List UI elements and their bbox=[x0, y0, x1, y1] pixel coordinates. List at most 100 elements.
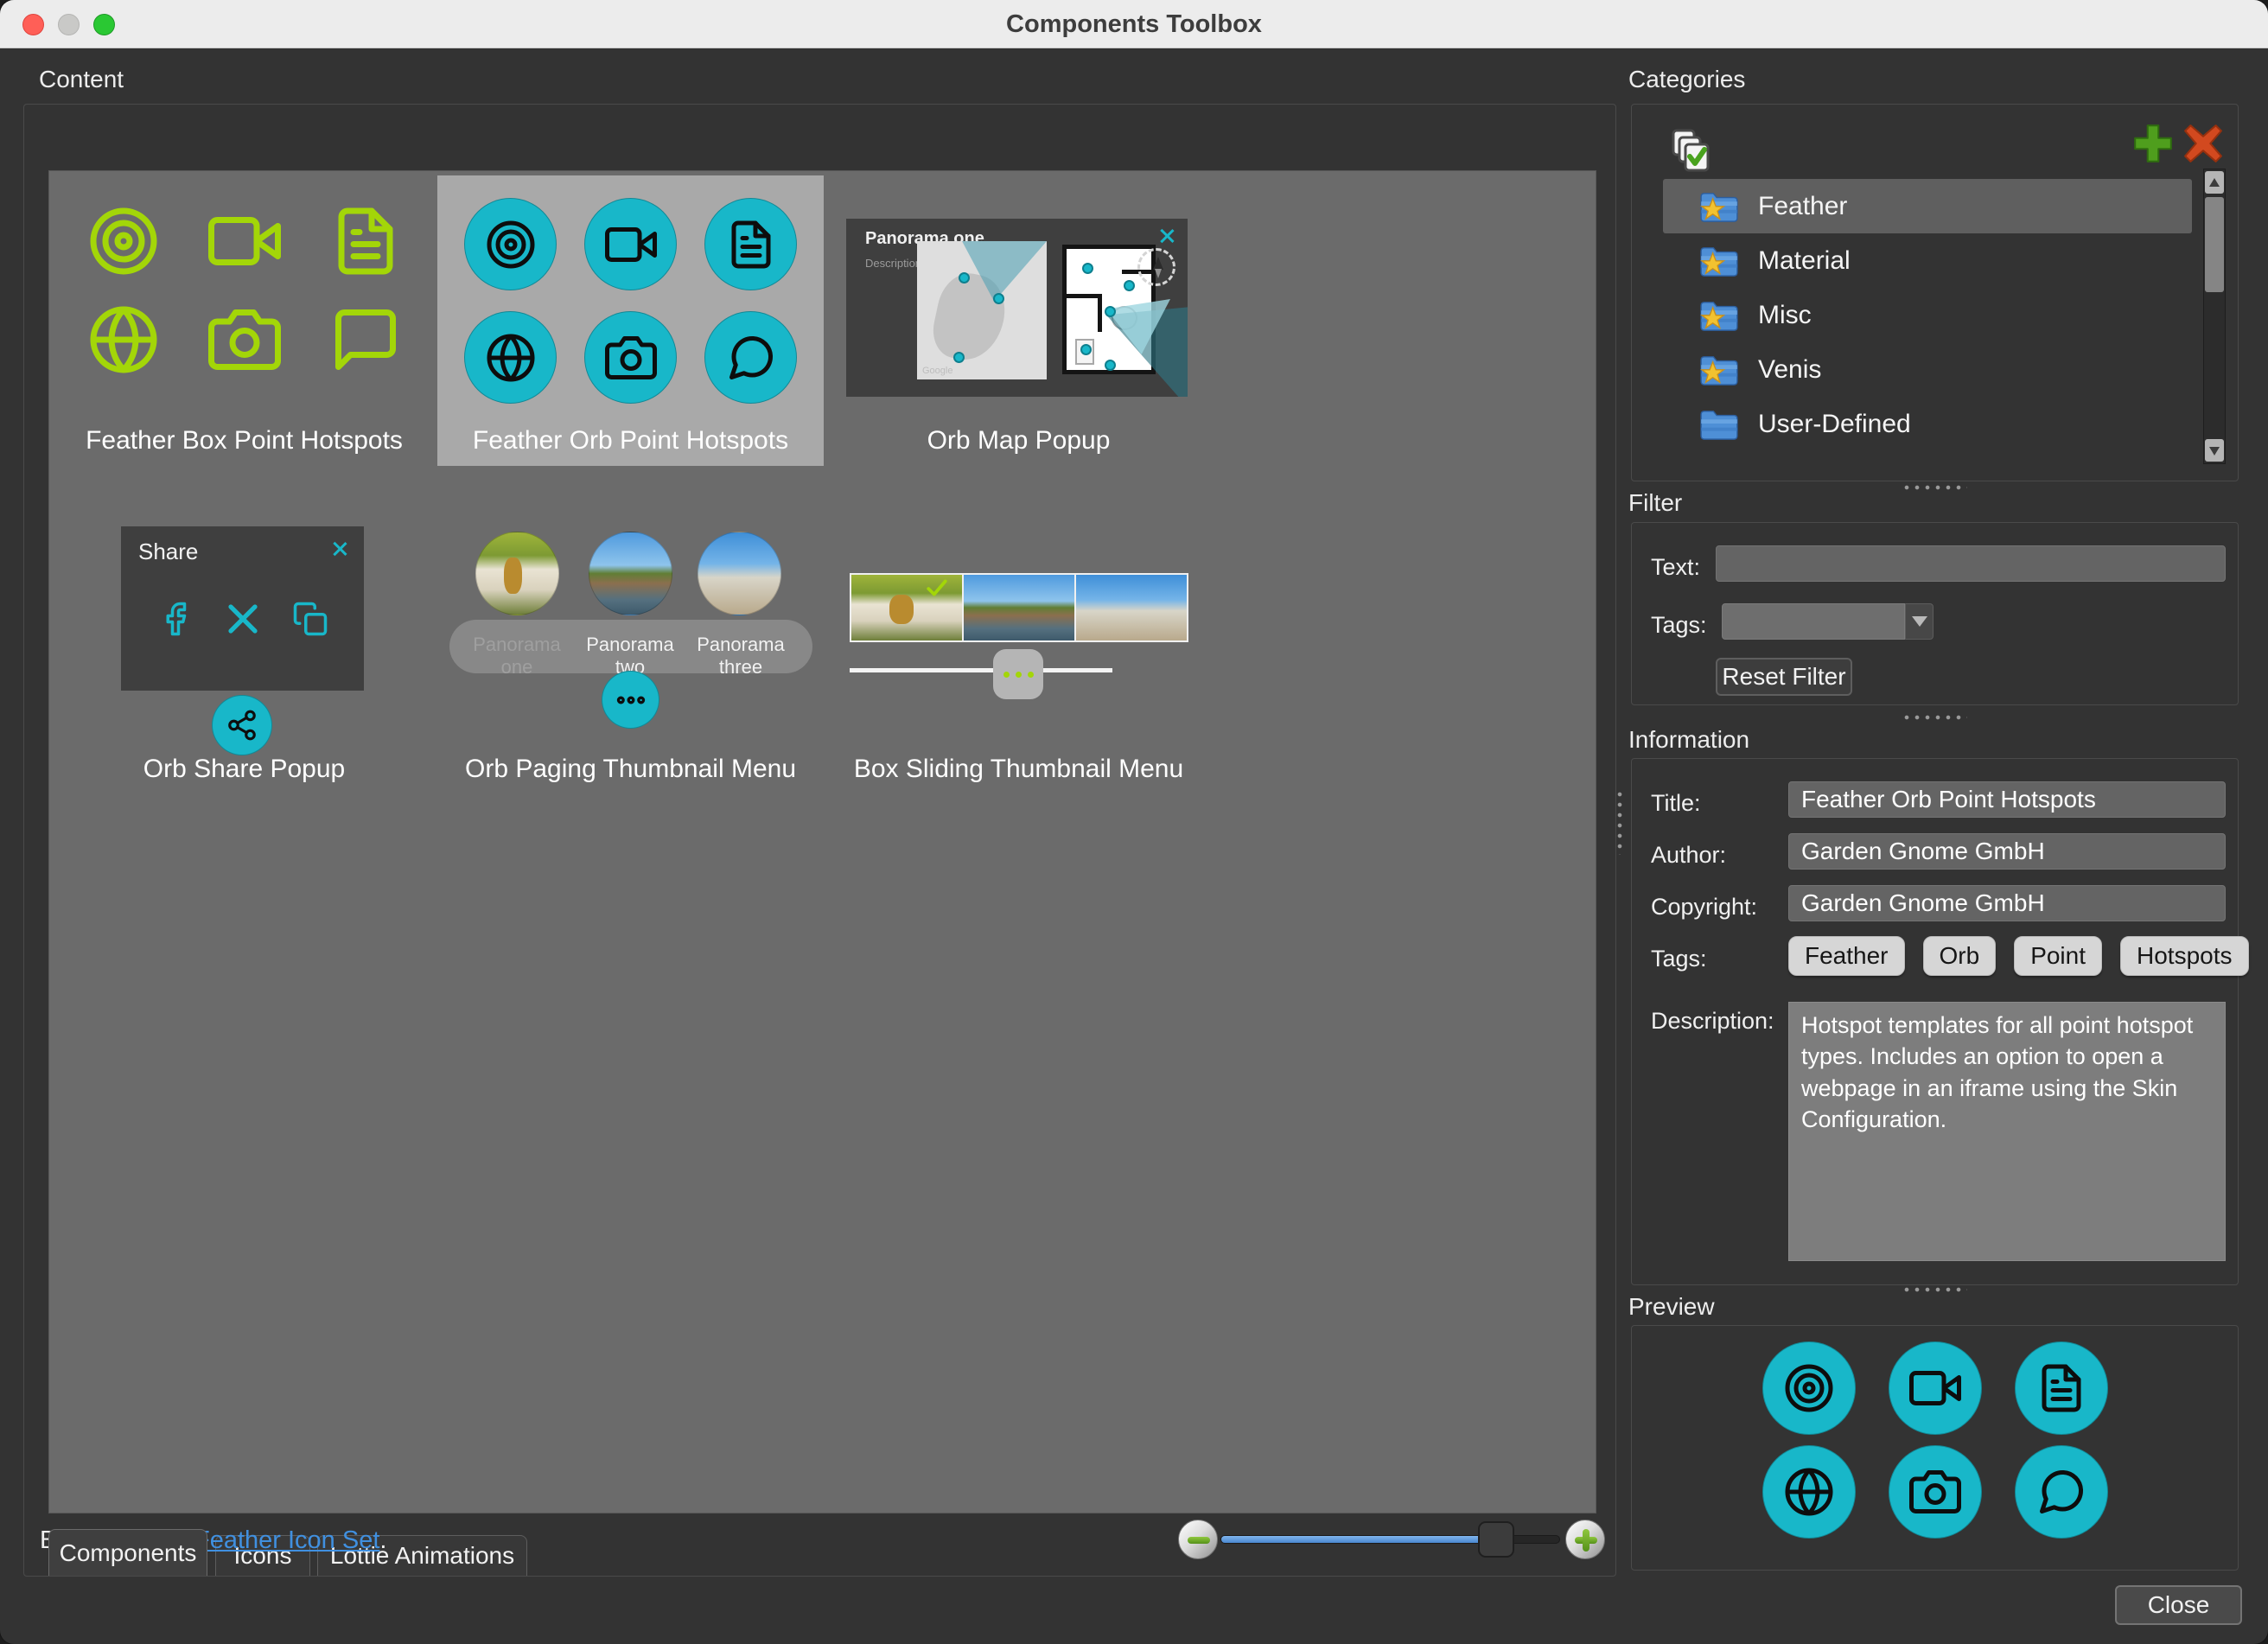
splitter-handle[interactable] bbox=[1902, 1286, 1967, 1293]
copyright-label: Copyright: bbox=[1651, 894, 1757, 921]
scrollbar-thumb[interactable] bbox=[2205, 197, 2224, 292]
title-input[interactable] bbox=[1788, 781, 2226, 818]
plus-icon-vertical bbox=[1583, 1529, 1590, 1552]
description-label: Description: bbox=[1651, 1008, 1774, 1035]
category-label: Venis bbox=[1758, 355, 1821, 385]
filter-group-box: Text: Tags: Reset Filter bbox=[1631, 522, 2239, 705]
description-textarea[interactable]: Hotspot templates for all point hotspot … bbox=[1788, 1002, 2226, 1261]
content-group-box: Components Icons Lottie Animations Feath… bbox=[23, 104, 1616, 1577]
message-square-icon bbox=[329, 303, 402, 376]
folder-star-icon bbox=[1699, 245, 1739, 277]
component-label: Orb Share Popup bbox=[51, 755, 437, 784]
tags-label: Tags: bbox=[1651, 946, 1707, 972]
share-orb-icon bbox=[212, 695, 272, 755]
component-tile-feather-box-point-hotspots[interactable]: Feather Box Point Hotspots bbox=[51, 175, 437, 466]
component-tile-orb-share-popup[interactable]: Share Orb Share Popup bbox=[51, 504, 437, 794]
orb-file-text bbox=[2015, 1341, 2108, 1435]
feather-box-icon-grid bbox=[51, 205, 437, 376]
tag-pill-point[interactable]: Point bbox=[2014, 936, 2102, 976]
tag-pill-hotspots[interactable]: Hotspots bbox=[2120, 936, 2249, 976]
minimize-window-button[interactable] bbox=[58, 14, 80, 35]
video-icon bbox=[1909, 1362, 1961, 1414]
preview-group-box bbox=[1631, 1325, 2239, 1571]
component-label: Box Sliding Thumbnail Menu bbox=[825, 755, 1212, 784]
information-group-box: Title: Author: Copyright: Tags: Feather … bbox=[1631, 758, 2239, 1285]
target-icon bbox=[87, 205, 160, 277]
zoom-window-button[interactable] bbox=[93, 14, 115, 35]
author-input[interactable] bbox=[1788, 833, 2226, 870]
window-title: Components Toolbox bbox=[0, 0, 2268, 48]
tags-dropdown-button[interactable] bbox=[1905, 603, 1934, 640]
component-label: Orb Map Popup bbox=[825, 426, 1212, 456]
component-label: Orb Paging Thumbnail Menu bbox=[437, 755, 824, 784]
panorama-thumb-label: Panorama one bbox=[456, 634, 577, 679]
category-item-misc[interactable]: Misc bbox=[1663, 288, 2192, 342]
zoom-out-button[interactable] bbox=[1178, 1520, 1218, 1559]
vertical-splitter-handle[interactable] bbox=[1616, 789, 1623, 855]
filter-tags-combobox[interactable] bbox=[1722, 603, 1905, 640]
category-item-venis[interactable]: Venis bbox=[1663, 342, 2192, 397]
orb-video bbox=[1889, 1341, 1982, 1435]
category-item-feather[interactable]: Feather bbox=[1663, 179, 2192, 233]
close-icon bbox=[1158, 227, 1175, 245]
filter-text-label: Text: bbox=[1651, 554, 1700, 581]
reset-filter-button[interactable]: Reset Filter bbox=[1716, 658, 1852, 696]
thumbnail-size-slider[interactable] bbox=[1220, 1535, 1560, 1544]
target-icon bbox=[485, 219, 537, 271]
feather-orb-icon-grid bbox=[437, 198, 824, 404]
copyright-input[interactable] bbox=[1788, 885, 2226, 921]
orb-target bbox=[464, 198, 557, 290]
map-attribution: Google bbox=[922, 366, 952, 376]
categories-scrollbar[interactable] bbox=[2203, 169, 2226, 464]
preview-section-label: Preview bbox=[1628, 1293, 1715, 1321]
panorama-thumb-three bbox=[1076, 575, 1187, 640]
tag-pill-feather[interactable]: Feather bbox=[1788, 936, 1905, 976]
splitter-handle[interactable] bbox=[1902, 484, 1967, 491]
component-tile-feather-orb-point-hotspots[interactable]: Feather Orb Point Hotspots bbox=[437, 175, 824, 466]
orb-file-text bbox=[704, 198, 797, 290]
category-item-material[interactable]: Material bbox=[1663, 233, 2192, 288]
component-label: Feather Box Point Hotspots bbox=[51, 426, 437, 456]
delete-category-button[interactable] bbox=[2182, 122, 2225, 165]
camera-icon bbox=[208, 303, 281, 376]
title-label: Title: bbox=[1651, 790, 1701, 817]
share-2-icon bbox=[226, 709, 258, 742]
copy-icon bbox=[292, 601, 328, 637]
orb-camera bbox=[1889, 1445, 1982, 1539]
feather-icon-set-link[interactable]: Feather Icon Set bbox=[194, 1526, 379, 1554]
category-item-user-defined[interactable]: User-Defined bbox=[1663, 397, 2192, 451]
component-tile-orb-paging-thumbnail-menu[interactable]: Panorama one Panorama two Panorama three… bbox=[437, 504, 824, 794]
component-tile-orb-map-popup[interactable]: Panorama one Description of Panorama one… bbox=[825, 175, 1212, 466]
camera-icon bbox=[1909, 1466, 1961, 1518]
splitter-handle[interactable] bbox=[1902, 714, 1967, 721]
zoom-in-button[interactable] bbox=[1565, 1520, 1605, 1559]
share-popup-preview: Share bbox=[121, 526, 364, 691]
tag-pill-orb[interactable]: Orb bbox=[1923, 936, 1997, 976]
author-label: Author: bbox=[1651, 842, 1726, 869]
close-window-button[interactable] bbox=[22, 14, 44, 35]
compass-icon bbox=[1137, 248, 1175, 286]
filter-section-label: Filter bbox=[1628, 489, 1682, 517]
folder-star-icon bbox=[1699, 354, 1739, 386]
close-icon bbox=[331, 540, 348, 558]
panorama-thumb-one bbox=[475, 532, 559, 615]
category-label: User-Defined bbox=[1758, 410, 1911, 439]
scroll-up-button[interactable] bbox=[2205, 171, 2224, 194]
select-all-categories-icon[interactable] bbox=[1666, 127, 1715, 175]
slider-handle[interactable] bbox=[1478, 1521, 1514, 1558]
add-category-button[interactable] bbox=[2131, 122, 2175, 165]
scroll-down-button[interactable] bbox=[2205, 439, 2224, 462]
active-check-icon bbox=[926, 577, 948, 599]
folder-icon bbox=[1699, 408, 1739, 441]
sliding-thumbnail-strip bbox=[850, 573, 1188, 642]
filter-text-input[interactable] bbox=[1716, 545, 2226, 582]
map-hotspot-dot bbox=[953, 352, 965, 363]
slider-fill bbox=[1221, 1536, 1496, 1543]
floorplan-wall bbox=[1067, 294, 1101, 298]
globe-icon bbox=[87, 303, 160, 376]
tab-components[interactable]: Components bbox=[48, 1529, 207, 1576]
component-tile-box-sliding-thumbnail-menu[interactable]: Box Sliding Thumbnail Menu bbox=[825, 504, 1212, 794]
share-icons-row bbox=[121, 601, 364, 637]
ellipsis-orb-icon bbox=[602, 671, 659, 729]
close-button[interactable]: Close bbox=[2115, 1585, 2242, 1625]
